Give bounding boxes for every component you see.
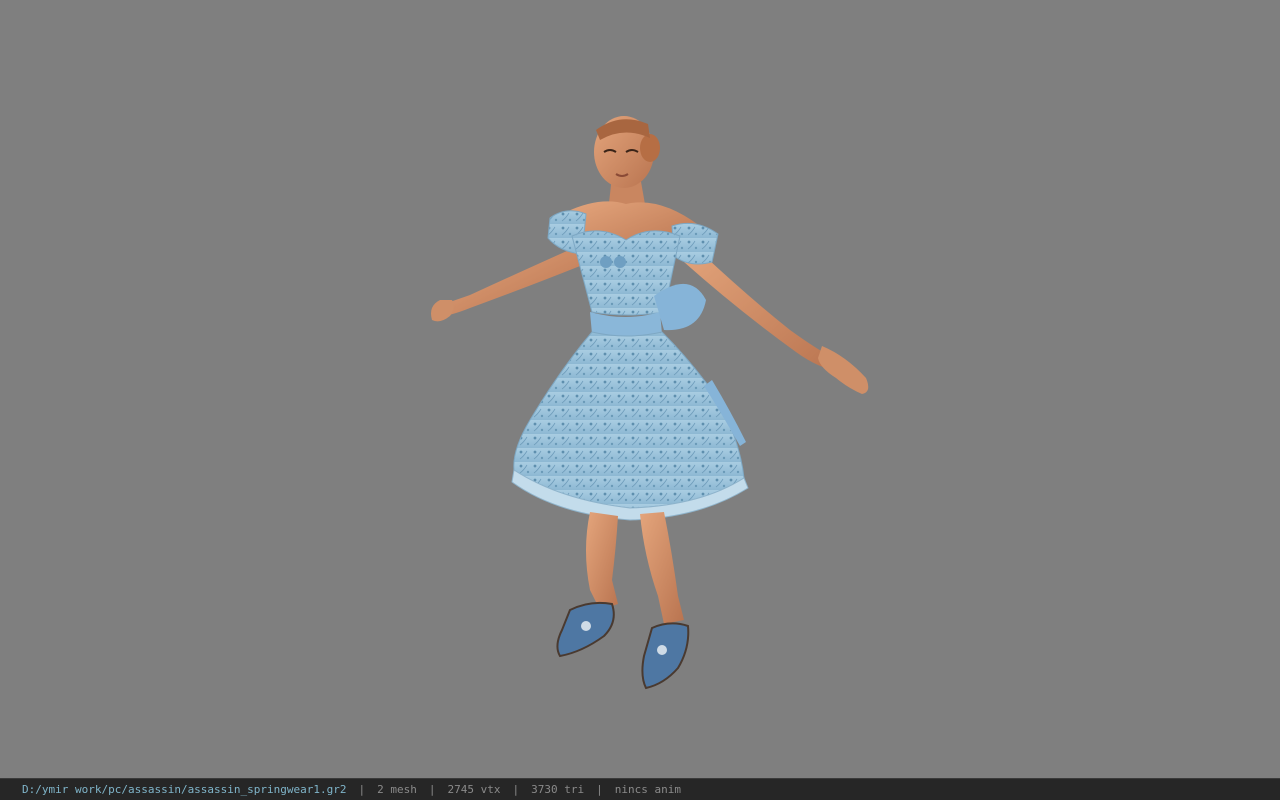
mesh-count: 2 mesh (377, 783, 417, 796)
triangle-count: 3730 tri (531, 783, 585, 796)
left-arm (434, 246, 580, 318)
right-leg (640, 512, 684, 624)
left-hand (431, 300, 454, 322)
status-bar: D:/ymir work/pc/assassin/assassin_spring… (0, 778, 1280, 800)
separator: | (596, 783, 603, 796)
separator: | (358, 783, 366, 796)
vertex-count: 2745 vtx (447, 783, 501, 796)
file-path: D:/ymir work/pc/assassin/assassin_spring… (22, 783, 347, 796)
skirt (513, 331, 745, 509)
right-sleeve (671, 222, 719, 265)
left-leg (586, 512, 618, 610)
right-sandal (641, 622, 690, 690)
animation-status: nincs anim (614, 783, 681, 796)
3d-viewport[interactable] (0, 0, 1280, 778)
separator: | (512, 783, 520, 796)
hair (640, 134, 660, 162)
character-model[interactable] (0, 0, 1280, 778)
separator: | (428, 783, 436, 796)
right-hand (818, 346, 869, 394)
